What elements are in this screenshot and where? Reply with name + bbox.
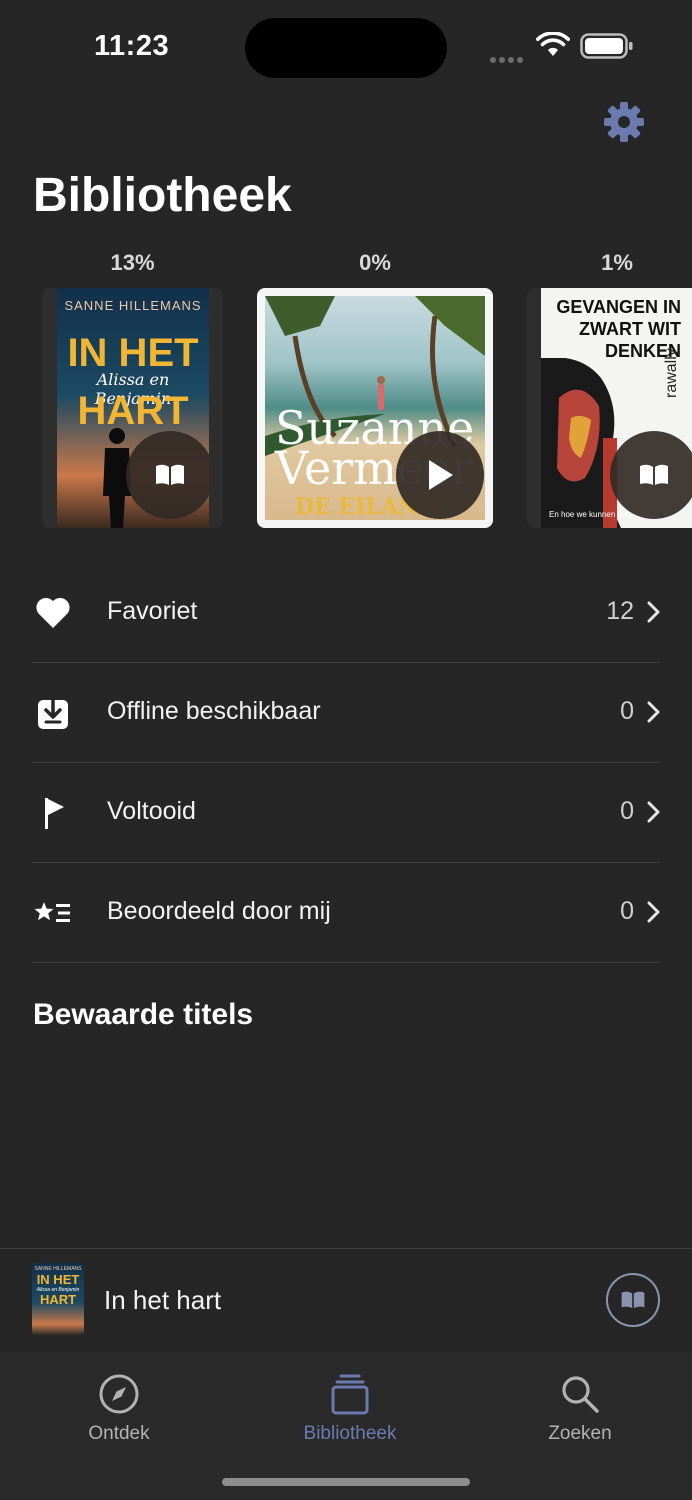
book-progress: 0% [359, 250, 391, 275]
status-time: 11:23 [94, 30, 170, 62]
heart-icon [34, 595, 72, 631]
library-list: Favoriet 12 Offline beschikbaar 0 Voltoo… [32, 563, 660, 963]
tab-label: Zoeken [548, 1423, 612, 1444]
library-icon [260, 1369, 440, 1419]
list-item-count: 0 [620, 697, 634, 725]
list-item-count: 0 [620, 797, 634, 825]
list-item-beoordeeld[interactable]: Beoordeeld door mij 0 [32, 863, 660, 963]
book-icon [156, 464, 184, 485]
download-icon [34, 695, 72, 731]
status-bar: 11:23 [0, 0, 692, 92]
flag-icon [34, 795, 72, 831]
chevron-right-icon [647, 701, 660, 723]
tab-label: Ontdek [88, 1423, 150, 1444]
play-button[interactable] [396, 431, 484, 519]
chevron-right-icon [647, 601, 660, 623]
star-list-icon [34, 895, 72, 931]
tab-label: Bibliotheek [303, 1423, 397, 1444]
compass-icon [29, 1369, 209, 1419]
gear-icon [604, 102, 644, 142]
cover-author: SANNE HILLEMANS [64, 298, 202, 313]
book-card[interactable]: 0% Suzanne Vermeer DE EILAND [257, 250, 493, 530]
chevron-right-icon [647, 901, 660, 923]
book-card[interactable]: 1% GEVANGEN IN ZWART WIT DENKEN rawally … [527, 250, 692, 530]
list-item-label: Offline beschikbaar [107, 697, 321, 725]
book-icon [621, 1291, 645, 1309]
book-progress: 1% [601, 250, 633, 275]
list-item-count: 12 [606, 597, 634, 625]
book-card[interactable]: 13% SANNE HILLEMANS IN HET Alissa en Ben… [42, 250, 223, 530]
chevron-right-icon [647, 801, 660, 823]
wifi-icon [536, 32, 570, 56]
list-item-offline[interactable]: Offline beschikbaar 0 [32, 663, 660, 763]
mini-player-cover: SANNE HILLEMANS IN HET Alissa en Benjami… [32, 1263, 84, 1335]
tab-ontdek[interactable]: Ontdek [29, 1369, 209, 1445]
mini-cover-title: HART [39, 1292, 77, 1307]
list-item-voltooid[interactable]: Voltooid 0 [32, 763, 660, 863]
mini-cover-title: IN HET [36, 1272, 80, 1287]
mini-player[interactable]: SANNE HILLEMANS IN HET Alissa en Benjami… [0, 1248, 692, 1354]
mini-player-read-button[interactable] [606, 1273, 660, 1327]
battery-icon [580, 33, 633, 59]
section-title-saved: Bewaarde titels [33, 998, 254, 1031]
cover-title: IN HET [67, 331, 199, 375]
tab-bibliotheek[interactable]: Bibliotheek [260, 1369, 440, 1445]
read-button[interactable] [610, 431, 692, 519]
cover-author: rawally [663, 348, 680, 398]
dynamic-island [245, 18, 447, 78]
home-indicator[interactable] [222, 1478, 470, 1486]
tab-zoeken[interactable]: Zoeken [490, 1369, 670, 1445]
settings-button[interactable] [602, 100, 646, 144]
search-icon [490, 1369, 670, 1419]
list-item-favoriet[interactable]: Favoriet 12 [32, 563, 660, 663]
list-item-count: 0 [620, 897, 634, 925]
list-item-label: Voltooid [107, 797, 196, 825]
mini-player-title: In het hart [104, 1285, 222, 1315]
list-item-label: Favoriet [107, 597, 198, 625]
book-icon [640, 464, 668, 485]
book-progress: 13% [110, 250, 155, 275]
page-title: Bibliotheek [33, 169, 292, 222]
play-icon [429, 460, 453, 490]
cover-title: GEVANGEN IN ZWART WIT DENKEN [556, 297, 681, 361]
list-item-label: Beoordeeld door mij [107, 897, 331, 925]
read-button[interactable] [126, 431, 214, 519]
cellular-signal-icon [490, 50, 526, 68]
